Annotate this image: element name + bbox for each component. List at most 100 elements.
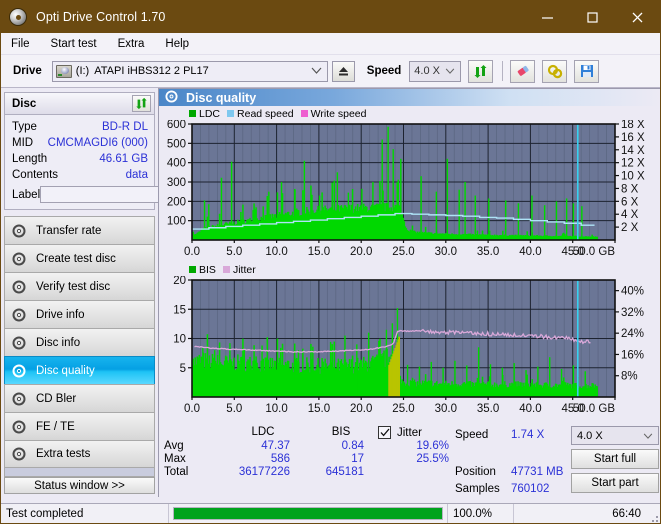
readout-samples: Samples 760102	[455, 480, 571, 497]
svg-text:0.0: 0.0	[184, 246, 200, 258]
statistics-table: LDC BIS Jitter Avg 47.37 0.84 19.6% Max	[164, 426, 449, 478]
disc-contents-label: Contents	[12, 169, 59, 181]
main-body: Disc Type BD-R DL MID CMCMAGDI6 (000) Le…	[1, 88, 660, 497]
disc-mid-label: MID	[12, 137, 34, 149]
ldc-total-value: 36177226	[238, 466, 290, 478]
svg-text:5: 5	[180, 363, 186, 375]
disc-icon	[12, 364, 29, 378]
test-readouts: Speed 1.74 X Position 47731 MB Samples 7…	[455, 426, 571, 497]
sidebar-item-label: Disc quality	[36, 364, 95, 377]
erase-button[interactable]	[510, 59, 536, 83]
disc-row-type: Type BD-R DL	[12, 119, 148, 135]
speed-select[interactable]: 4.0 X	[409, 60, 462, 82]
test-speed-value: 4.0 X	[577, 429, 603, 442]
maximize-icon[interactable]	[570, 1, 615, 33]
disc-length-value: 46.61 GB	[99, 153, 148, 165]
sidebar-item-label: Create test disc	[36, 252, 116, 265]
close-icon[interactable]	[615, 1, 660, 33]
save-button[interactable]	[574, 59, 600, 83]
sidebar-item-create-test-disc[interactable]: Create test disc	[4, 244, 155, 272]
elapsed-time: 66:40	[612, 507, 641, 520]
sidebar-item-disc-quality[interactable]: Disc quality	[4, 356, 155, 384]
jitter-toggle[interactable]: Jitter	[378, 426, 449, 439]
eject-button[interactable]	[331, 60, 355, 82]
svg-text:8 X: 8 X	[621, 183, 639, 195]
readout-speed: Speed 1.74 X	[455, 426, 571, 443]
jitter-label: Jitter	[397, 426, 422, 439]
settings-button[interactable]	[542, 59, 568, 83]
sidebar-item-transfer-rate[interactable]: Transfer rate	[4, 216, 155, 244]
samples-readout-value: 760102	[511, 482, 550, 495]
legend-bis: BIS	[189, 264, 216, 276]
stat-col-bis: BIS	[331, 426, 351, 438]
jitter-checkbox[interactable]	[378, 426, 391, 439]
svg-text:14 X: 14 X	[621, 145, 645, 157]
legend-ldc: LDC	[189, 108, 220, 120]
svg-text:25.0: 25.0	[392, 403, 414, 415]
drive-letter: (I:)	[75, 65, 90, 77]
charts-area: LDC Read speed Write speed 100 200 300 400 5…	[159, 106, 660, 422]
disc-refresh-button[interactable]	[132, 95, 151, 112]
content-panel: Disc quality LDC Read speed Write speed …	[158, 88, 660, 497]
svg-text:15: 15	[173, 304, 186, 316]
svg-text:500: 500	[167, 138, 186, 150]
chart-legend-bottom: BIS Jitter	[159, 263, 660, 276]
sidebar-item-label: Drive info	[36, 308, 85, 321]
sidebar-item-fe-te[interactable]: FE / TE	[4, 412, 155, 440]
ldc-chart-svg: 100 200 300 400 500 600 2 X4 X6 X8 X10 X12 X14…	[167, 119, 645, 258]
sidebar-item-drive-info[interactable]: Drive info	[4, 300, 155, 328]
speed-readout-label: Speed	[455, 428, 489, 441]
svg-text:40.0: 40.0	[519, 403, 541, 415]
resize-grip[interactable]	[646, 504, 660, 524]
legend-label: BIS	[199, 263, 216, 276]
svg-text:25.0: 25.0	[392, 246, 414, 258]
menu-item-file[interactable]: File	[9, 36, 39, 52]
sidebar-item-verify-test-disc[interactable]: Verify test disc	[4, 272, 155, 300]
legend-swatch	[222, 266, 230, 273]
menu-item-start-test[interactable]: Start test	[49, 36, 106, 52]
drive-select-value: (I:) ATAPI iHBS312 2 PL17	[76, 65, 209, 77]
legend-swatch	[227, 110, 235, 117]
progress-bar	[173, 507, 443, 520]
svg-text:50.0 GB: 50.0 GB	[573, 246, 616, 258]
status-window-button[interactable]: Status window >>	[4, 477, 155, 494]
sidebar-item-disc-info[interactable]: Disc info	[4, 328, 155, 356]
test-controls: Speed 1.74 X Position 47731 MB Samples 7…	[449, 426, 660, 497]
readout-spacer	[455, 443, 571, 463]
gear-icon	[547, 64, 562, 78]
menu-item-help[interactable]: Help	[163, 36, 198, 52]
svg-text:35.0: 35.0	[477, 246, 499, 258]
svg-text:0.0: 0.0	[184, 403, 200, 415]
ldc-avg-value: 47.37	[261, 440, 290, 452]
eraser-icon	[517, 65, 529, 76]
save-icon	[580, 65, 593, 77]
svg-text:600: 600	[167, 120, 186, 131]
sidebar-nav: Transfer rate Create test disc Verify te…	[4, 216, 155, 477]
disc-icon	[12, 336, 29, 350]
sidebar-item-label: FE / TE	[36, 420, 75, 433]
chevron-down-icon	[311, 65, 322, 77]
error-statistics: LDC BIS Jitter Avg 47.37 0.84 19.6% Max	[159, 426, 449, 497]
readout-position: Position 47731 MB	[455, 463, 571, 480]
position-readout-value: 47731 MB	[511, 465, 564, 478]
progress-percent: 100.0%	[448, 503, 514, 523]
app-disc-icon	[9, 8, 27, 26]
svg-text:30.0: 30.0	[435, 246, 457, 258]
start-part-button[interactable]: Start part	[571, 473, 659, 493]
legend-swatch	[300, 110, 308, 117]
drive-select[interactable]: (I:) ATAPI iHBS312 2 PL17	[51, 60, 328, 82]
stat-col-ldc: LDC	[251, 426, 275, 438]
menu-item-extra[interactable]: Extra	[116, 36, 154, 52]
sidebar-item-extra-tests[interactable]: Extra tests	[4, 440, 155, 468]
minimize-icon[interactable]	[525, 1, 570, 33]
sidebar-item-cd-bler[interactable]: CD Bler	[4, 384, 155, 412]
test-speed-select[interactable]: 4.0 X	[571, 426, 659, 445]
start-full-button[interactable]: Start full	[571, 449, 659, 469]
statistics-area: LDC BIS Jitter Avg 47.37 0.84 19.6% Max	[159, 422, 660, 497]
svg-text:400: 400	[167, 158, 186, 170]
jitter-max-value: 25.5%	[416, 453, 449, 465]
stat-row-total: Total	[164, 466, 189, 478]
refresh-button[interactable]	[468, 59, 494, 83]
position-readout-label: Position	[455, 465, 496, 478]
svg-text:40%: 40%	[621, 286, 644, 298]
